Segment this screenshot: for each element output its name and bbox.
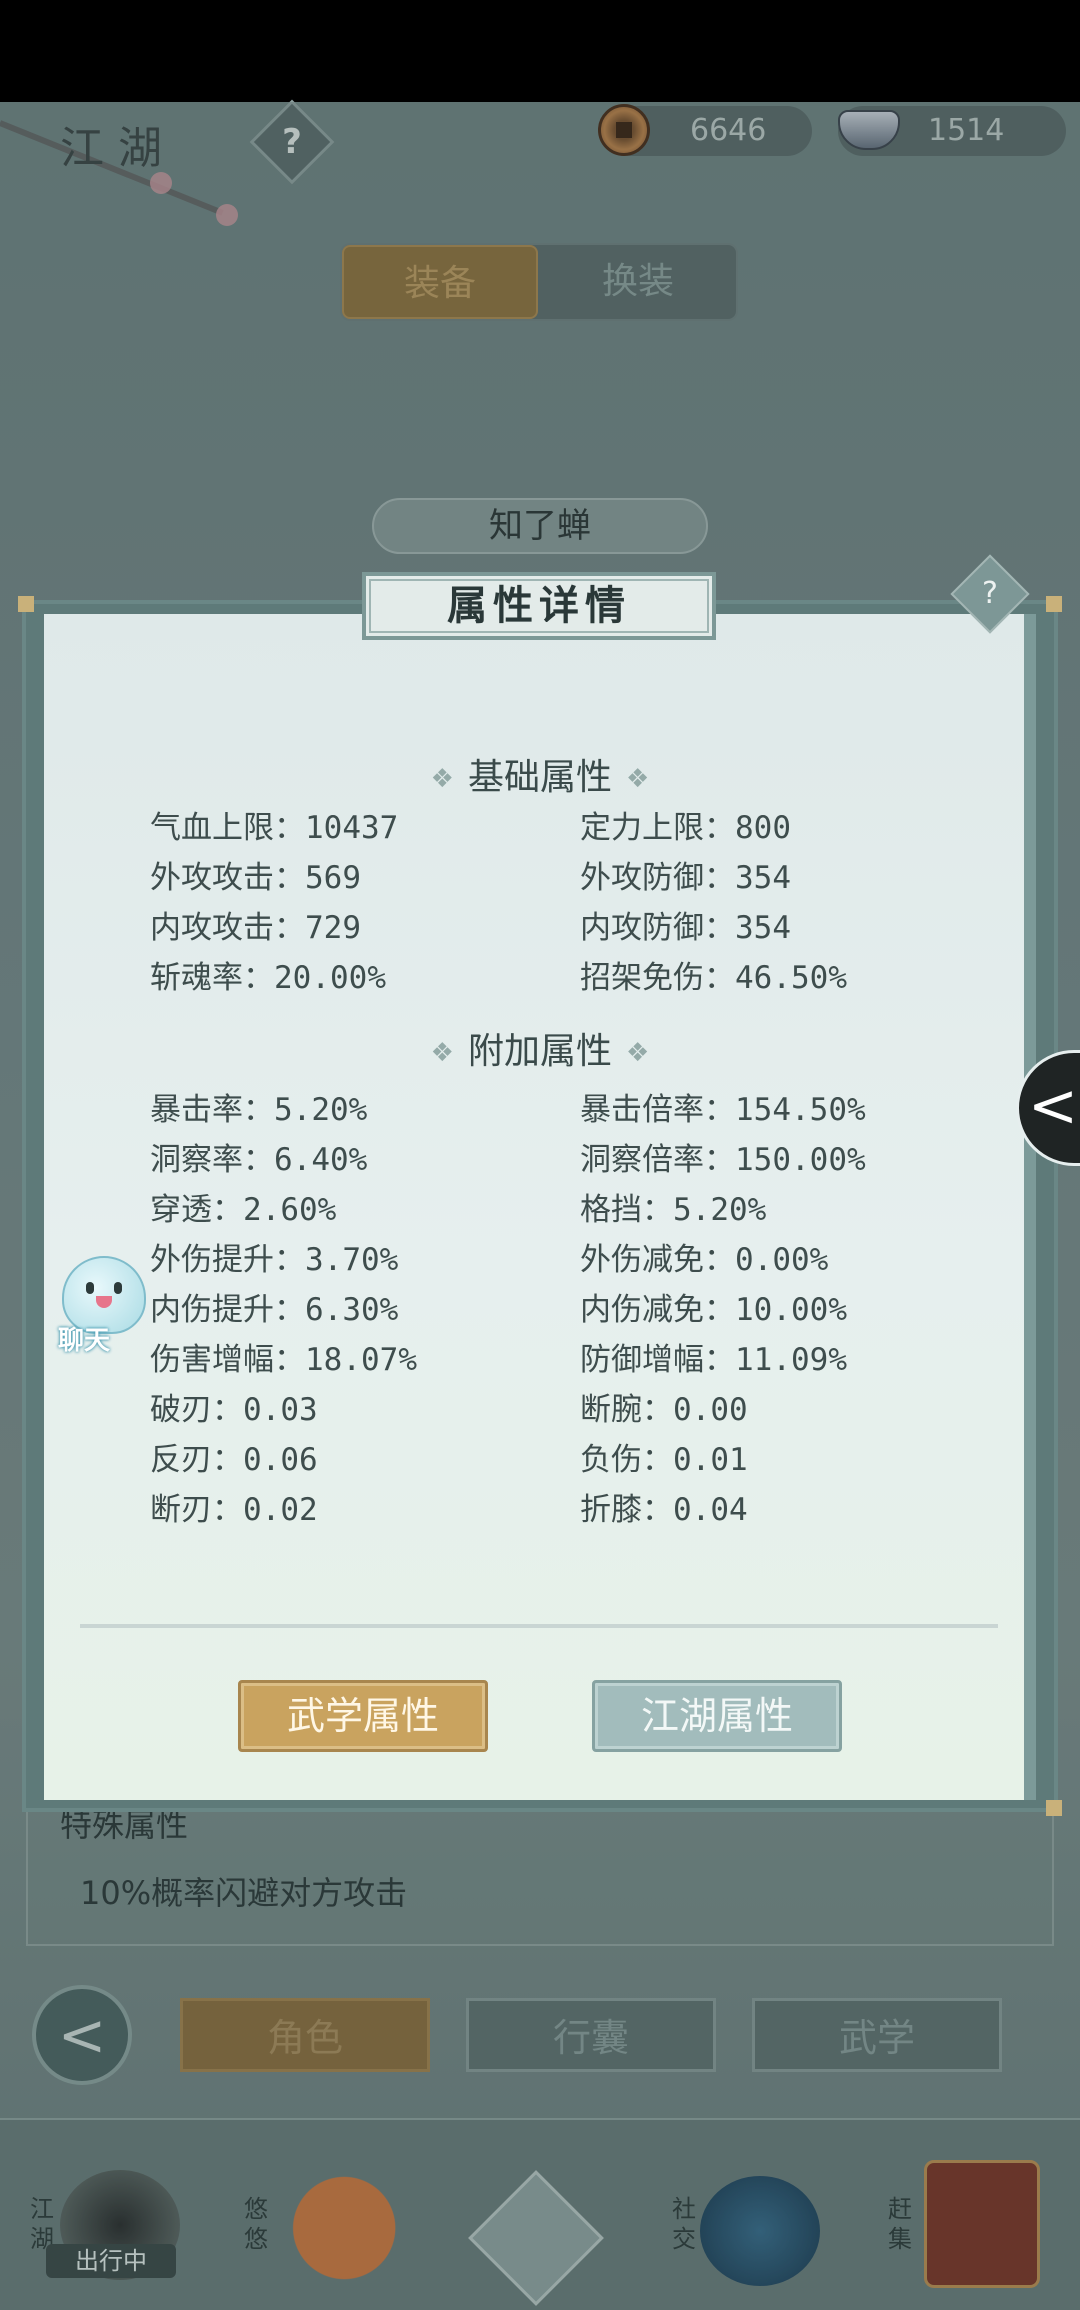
tab-swap[interactable]: 换装 (540, 245, 736, 319)
chevron-left-icon[interactable]: < (1026, 1050, 1080, 1166)
diamond-ornament-icon: ❖ (626, 764, 650, 794)
social-wave-icon[interactable] (700, 2176, 820, 2286)
swallow-moon-icon[interactable] (276, 2166, 400, 2290)
stat-basic: 定力上限：800 (580, 810, 791, 846)
stat-basic: 招架免伤：46.50% (580, 960, 847, 996)
stat-extra: 洞察率：6.40% (150, 1142, 368, 1178)
nav-martial[interactable]: 武学 (752, 1998, 1002, 2072)
stat-extra: 暴击率：5.20% (150, 1092, 368, 1128)
frame-corner (1046, 596, 1062, 612)
basic-attributes-title: 基础属性 (467, 757, 612, 798)
modal-title: 属性详情 (447, 582, 631, 629)
frame-corner (1046, 1800, 1062, 1816)
silver-value: 1514 (928, 113, 1005, 148)
bottom-market-label[interactable]: 赶集 (882, 2194, 918, 2254)
stat-basic: 气血上限：10437 (150, 810, 399, 846)
stat-extra: 穿透：2.60% (150, 1192, 337, 1228)
mascot-eye (86, 1282, 94, 1294)
stat-extra: 暴击倍率：154.50% (580, 1092, 866, 1128)
stat-extra: 折膝：0.04 (580, 1492, 748, 1528)
stat-extra: 断腕：0.00 (580, 1392, 748, 1428)
stat-basic: 内攻攻击：729 (150, 910, 361, 946)
character-name: 知了蝉 (372, 498, 708, 554)
stat-extra: 格挡：5.20% (580, 1192, 767, 1228)
plum-blossom-decoration (216, 204, 238, 226)
jianghu-attributes-button[interactable]: 江湖属性 (592, 1680, 842, 1752)
stat-basic: 斩魂率：20.00% (150, 960, 386, 996)
extra-attributes-title: 附加属性 (467, 1031, 612, 1072)
stat-extra: 外伤减免：0.00% (580, 1242, 829, 1278)
chat-button-label[interactable]: 聊天 (58, 1320, 110, 1357)
stat-extra: 负伤：0.01 (580, 1442, 748, 1478)
stat-basic: 外攻攻击：569 (150, 860, 361, 896)
nav-bag[interactable]: 行囊 (466, 1998, 716, 2072)
bottom-social-label[interactable]: 社交 (666, 2194, 702, 2254)
status-bar (0, 0, 1080, 102)
page-title: 江湖 (60, 123, 176, 174)
copper-value: 6646 (690, 113, 767, 148)
stat-extra: 防御增幅：11.09% (580, 1342, 847, 1378)
stat-extra: 破刃：0.03 (150, 1392, 318, 1428)
mascot-eye (114, 1282, 122, 1294)
basic-attributes-heading: ❖ 基础属性 ❖ (0, 748, 1080, 800)
frame-corner (18, 596, 34, 612)
martial-attributes-button[interactable]: 武学属性 (238, 1680, 488, 1752)
back-arrow-icon[interactable]: < (32, 1985, 132, 2085)
stat-extra: 内伤减免：10.00% (580, 1292, 847, 1328)
bottom-youyou-label[interactable]: 悠悠 (238, 2194, 274, 2254)
stat-extra: 外伤提升：3.70% (150, 1242, 399, 1278)
stat-basic: 内攻防御：354 (580, 910, 791, 946)
stat-extra: 断刃：0.02 (150, 1492, 318, 1528)
diamond-ornament-icon: ❖ (430, 1038, 454, 1068)
stat-extra: 洞察倍率：150.00% (580, 1142, 866, 1178)
traveling-badge: 出行中 (46, 2244, 176, 2278)
stat-extra: 伤害增幅：18.07% (150, 1342, 417, 1378)
help-icon[interactable]: ? (262, 112, 322, 172)
stat-extra: 内伤提升：6.30% (150, 1292, 399, 1328)
help-icon[interactable]: ? (962, 566, 1018, 622)
tab-equip[interactable]: 装备 (342, 245, 538, 319)
modal-divider (80, 1624, 998, 1628)
stat-extra: 反刃：0.06 (150, 1442, 318, 1478)
diamond-ornament-icon: ❖ (626, 1038, 650, 1068)
stat-basic: 外攻防御：354 (580, 860, 791, 896)
diamond-ornament-icon: ❖ (430, 764, 454, 794)
market-basket-icon[interactable] (924, 2160, 1040, 2288)
nav-role[interactable]: 角色 (180, 1998, 430, 2072)
special-attribute-text: 10%概率闪避对方攻击 (80, 1874, 408, 1912)
copper-coin-icon (598, 104, 650, 156)
extra-attributes-heading: ❖ 附加属性 ❖ (0, 1022, 1080, 1074)
